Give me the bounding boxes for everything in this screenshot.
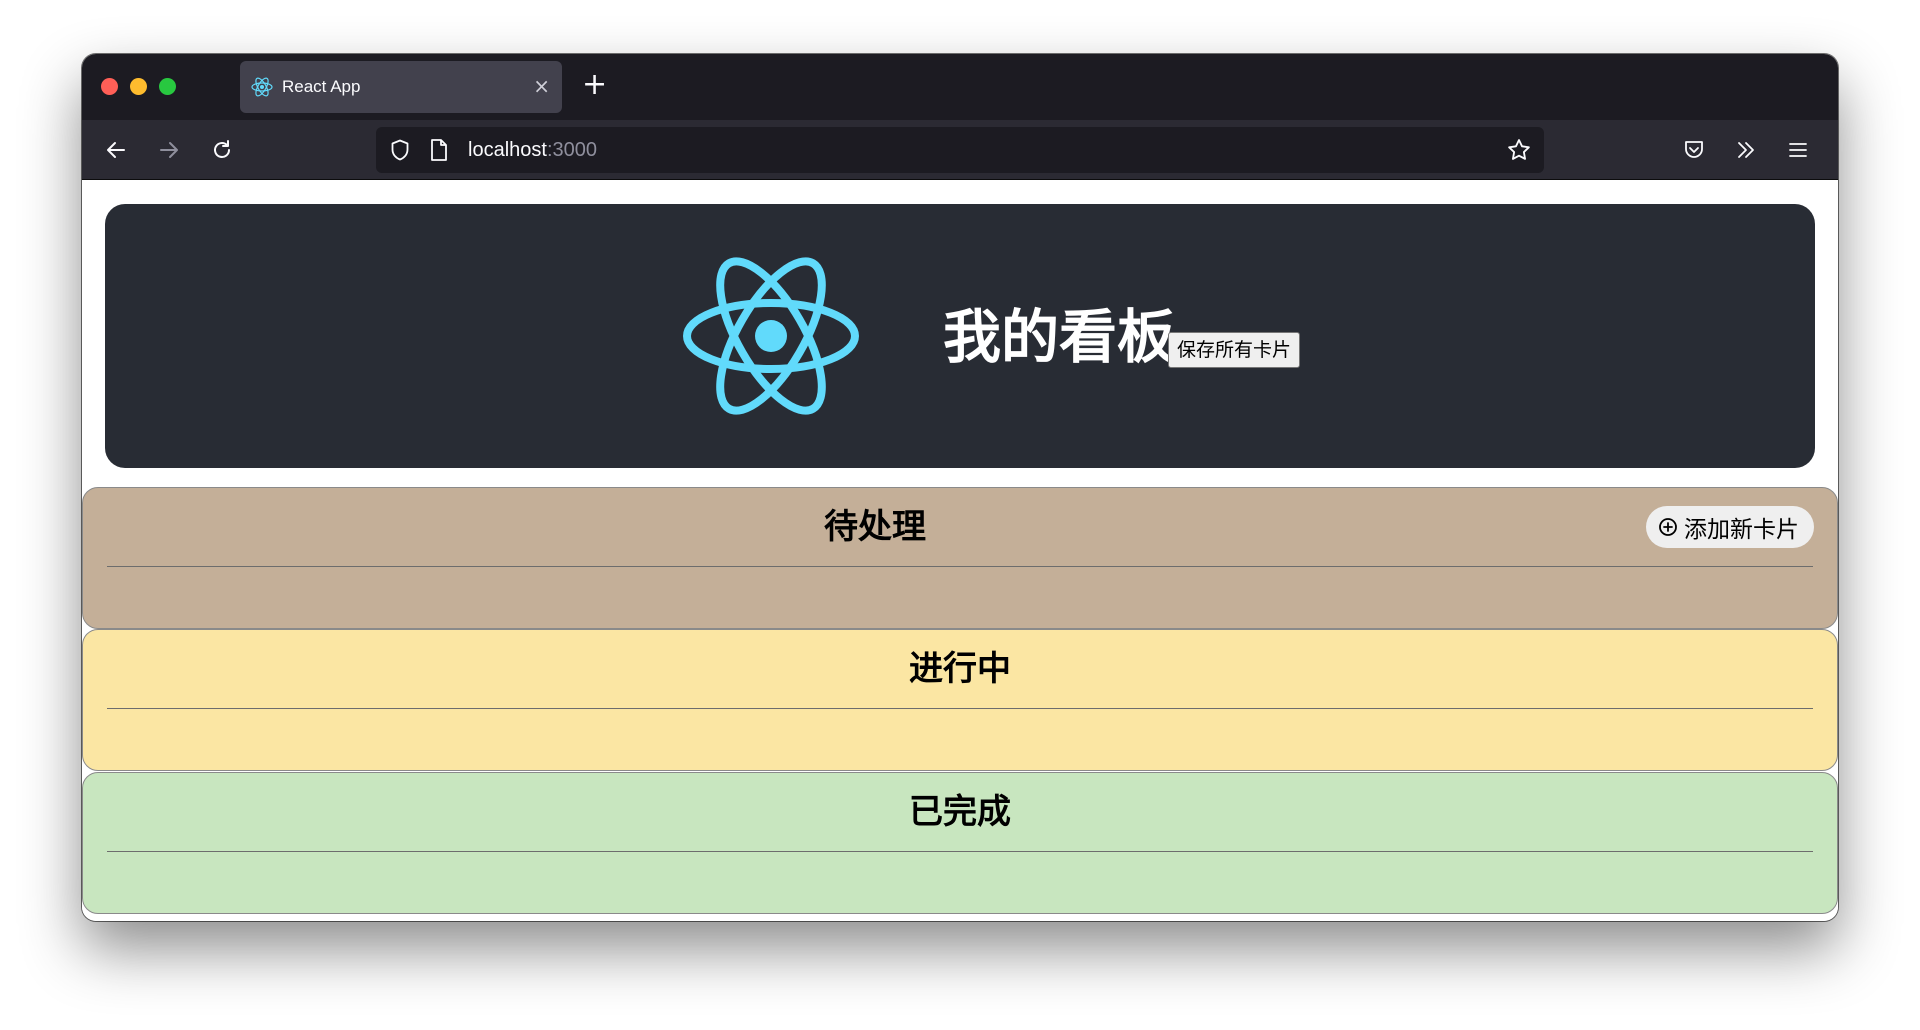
tab-close-icon[interactable]: × <box>533 75 550 97</box>
url-host: localhost <box>468 139 547 161</box>
react-logo-icon <box>683 257 859 415</box>
bookmark-star-icon[interactable] <box>1506 137 1532 163</box>
arrow-right-icon <box>160 142 178 158</box>
plus-circle-icon <box>1659 518 1677 536</box>
column-divider <box>107 566 1813 567</box>
column-divider <box>107 708 1813 709</box>
column-done: 已完成 <box>82 772 1838 914</box>
new-tab-button[interactable]: + <box>582 68 607 102</box>
url-bar[interactable]: localhost:3000 <box>376 127 1544 173</box>
tab-react-app[interactable]: React App × <box>240 61 562 113</box>
column-todo: 待处理 添加新卡片 <box>82 487 1838 629</box>
column-divider <box>107 851 1813 852</box>
page-content: 我的看板 保存所有卡片 待处理 添加新卡片 进行中 已完成 <box>82 181 1838 921</box>
shield-icon[interactable] <box>388 138 412 162</box>
save-all-cards-button[interactable]: 保存所有卡片 <box>1168 332 1301 368</box>
maximize-window-button[interactable] <box>159 78 176 95</box>
chevrons-right-icon <box>1738 142 1754 158</box>
url-text[interactable]: localhost:3000 <box>468 139 597 162</box>
extensions-overflow-button[interactable] <box>1728 132 1764 168</box>
navigation-bar: localhost:3000 <box>82 120 1838 180</box>
pocket-icon <box>1685 141 1703 158</box>
app-header: 我的看板 保存所有卡片 <box>105 204 1815 468</box>
url-port: :3000 <box>546 139 597 161</box>
page-icon[interactable] <box>428 138 450 162</box>
tab-strip: React App × + <box>82 54 1838 120</box>
hamburger-menu-icon <box>1789 143 1807 157</box>
column-title: 待处理 <box>824 507 926 547</box>
pocket-button[interactable] <box>1676 132 1712 168</box>
react-favicon-icon <box>251 77 273 97</box>
add-card-label: 添加新卡片 <box>1684 517 1799 543</box>
forward-button[interactable] <box>151 132 187 168</box>
reload-icon <box>214 140 230 158</box>
back-button[interactable] <box>98 132 134 168</box>
column-in-progress: 进行中 <box>82 629 1838 771</box>
tab-title: React App <box>282 77 361 96</box>
minimize-window-button[interactable] <box>130 78 147 95</box>
column-title: 进行中 <box>909 649 1011 689</box>
column-title: 已完成 <box>909 792 1011 832</box>
app-menu-button[interactable] <box>1780 132 1816 168</box>
close-window-button[interactable] <box>101 78 118 95</box>
add-card-button[interactable]: 添加新卡片 <box>1646 506 1814 548</box>
reload-button[interactable] <box>204 132 240 168</box>
browser-window: React App × + localhost:3000 我的看板 保存所有卡片… <box>82 54 1838 921</box>
board-title: 我的看板 <box>943 303 1176 371</box>
arrow-left-icon <box>107 142 125 158</box>
